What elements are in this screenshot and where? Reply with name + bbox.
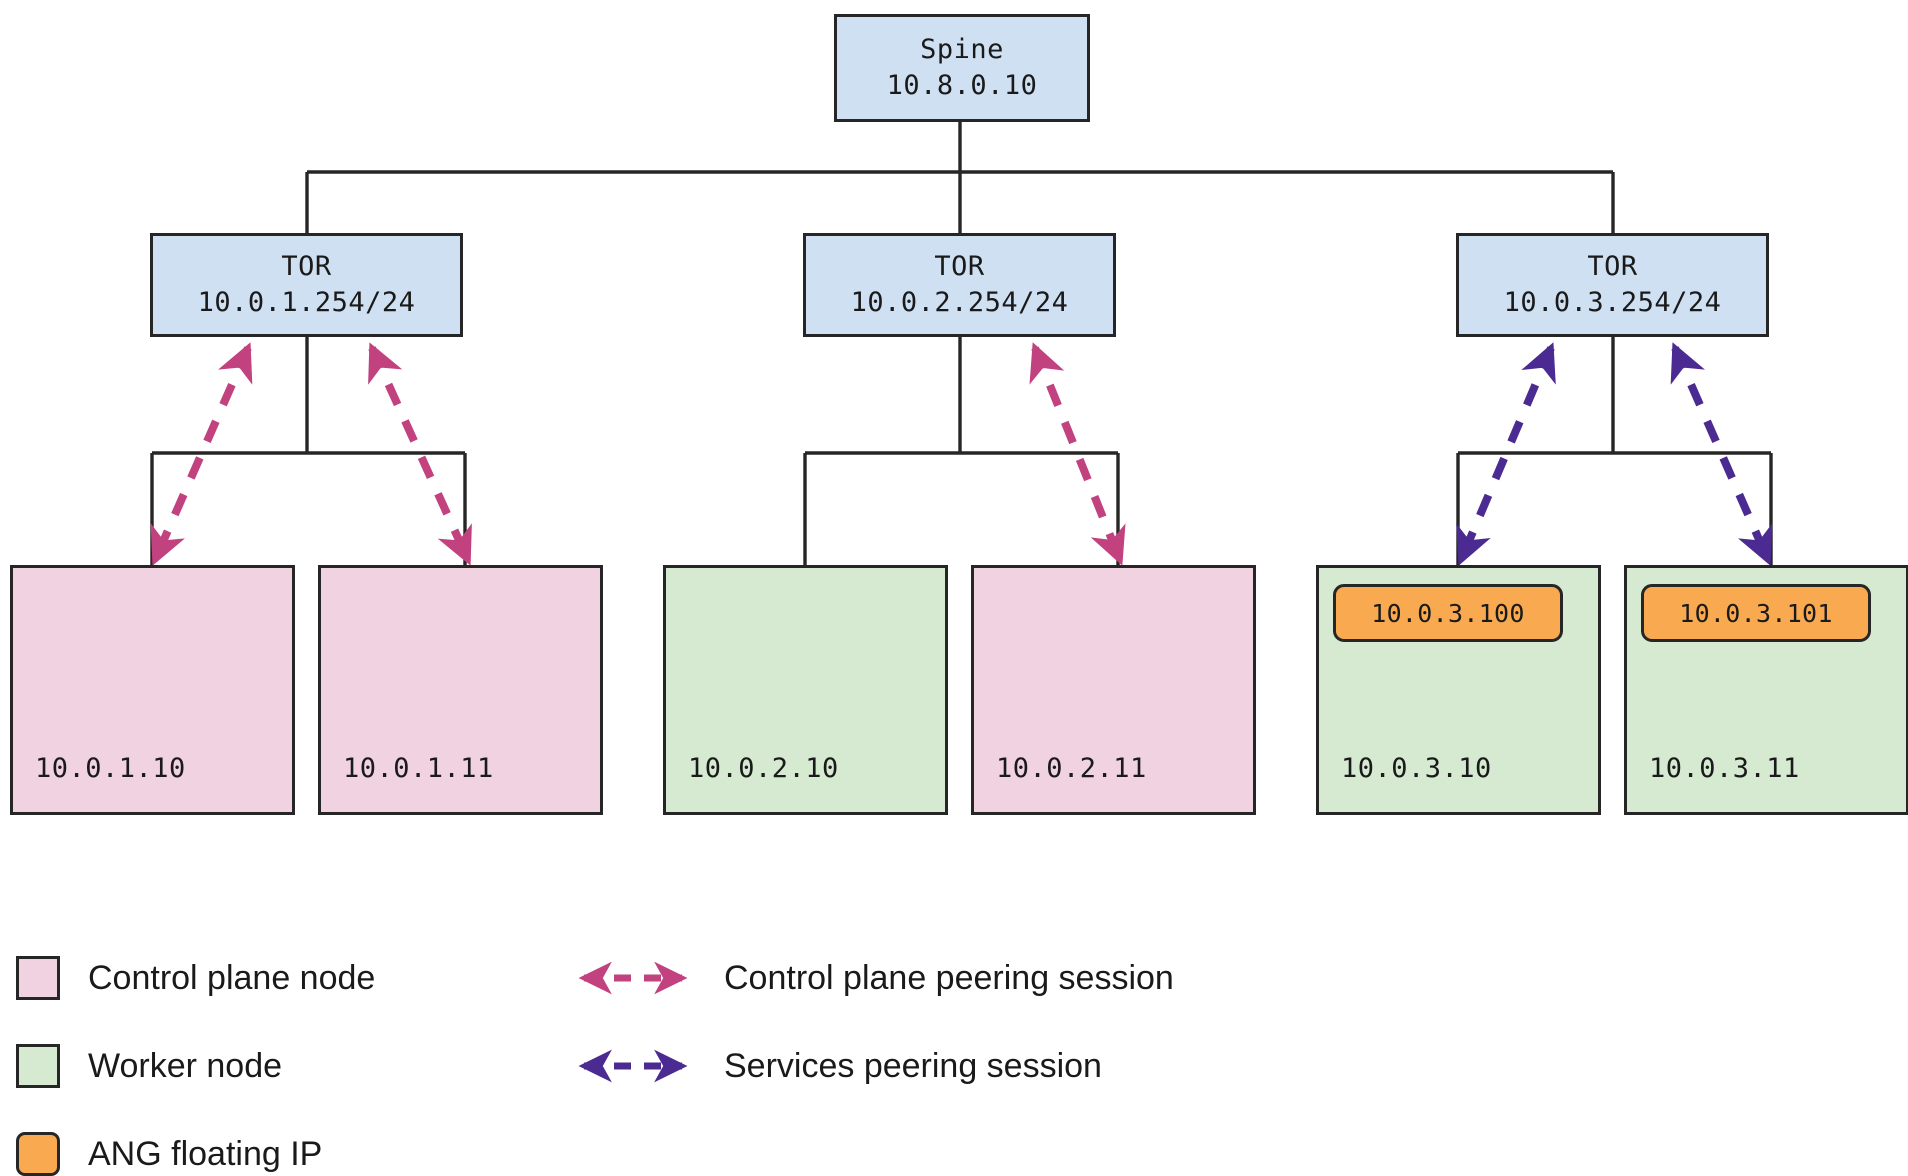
tor-switch-rack-2[interactable]: TOR 10.0.2.254/24 xyxy=(803,233,1116,337)
tor-address-label: 10.0.1.254/24 xyxy=(197,287,416,318)
legend-label: Control plane node xyxy=(88,958,376,997)
node-10-0-3-10[interactable]: 10.0.3.100 10.0.3.10 xyxy=(1316,565,1601,815)
control-plane-peering-line-icon xyxy=(578,961,688,995)
peering-10-0-1-10 xyxy=(150,342,253,566)
legend-label: Control plane peering session xyxy=(724,958,1174,997)
floating-ip-10-0-3-101[interactable]: 10.0.3.101 xyxy=(1641,584,1871,642)
control-plane-peering-arrows xyxy=(150,342,1126,566)
services-peering-line-icon xyxy=(578,1049,688,1083)
control-plane-swatch xyxy=(16,956,60,1000)
tor-switch-rack-3[interactable]: TOR 10.0.3.254/24 xyxy=(1456,233,1769,337)
node-10-0-2-10[interactable]: 10.0.2.10 xyxy=(663,565,948,815)
services-peering-arrows xyxy=(1456,342,1773,566)
legend-item-services-peering: Services peering session xyxy=(568,1036,1102,1096)
node-address-label: 10.0.1.10 xyxy=(35,753,186,784)
peering-10-0-2-11 xyxy=(1029,342,1126,566)
legend-item-control-plane-peering: Control plane peering session xyxy=(568,948,1174,1008)
node-10-0-2-11[interactable]: 10.0.2.11 xyxy=(971,565,1256,815)
node-address-label: 10.0.3.10 xyxy=(1341,753,1492,784)
spine-switch[interactable]: Spine 10.8.0.10 xyxy=(834,14,1090,122)
spine-address-label: 10.8.0.10 xyxy=(886,70,1038,101)
legend-item-worker-node: Worker node xyxy=(16,1036,282,1096)
node-address-label: 10.0.2.10 xyxy=(688,753,839,784)
diagram-canvas: Spine 10.8.0.10 TOR 10.0.1.254/24 TOR 10… xyxy=(0,0,1908,1176)
node-address-label: 10.0.3.11 xyxy=(1649,753,1800,784)
node-10-0-1-10[interactable]: 10.0.1.10 xyxy=(10,565,295,815)
peering-10-0-1-11 xyxy=(368,342,472,566)
tor-role-label: TOR xyxy=(934,251,985,283)
legend: Control plane node Worker node ANG float… xyxy=(0,930,1908,1176)
node-address-label: 10.0.1.11 xyxy=(343,753,494,784)
tor-role-label: TOR xyxy=(281,251,332,283)
tor-role-label: TOR xyxy=(1587,251,1638,283)
rack-3-wires xyxy=(1456,337,1773,565)
rack-1-wires xyxy=(150,337,467,565)
legend-item-ang-floating-ip: ANG floating IP xyxy=(16,1124,322,1176)
worker-node-swatch xyxy=(16,1044,60,1088)
rack-2-wires xyxy=(803,337,1120,565)
node-10-0-3-11[interactable]: 10.0.3.101 10.0.3.11 xyxy=(1624,565,1908,815)
node-address-label: 10.0.2.11 xyxy=(996,753,1147,784)
spine-to-bus-wires xyxy=(305,122,1615,233)
floating-ip-10-0-3-100[interactable]: 10.0.3.100 xyxy=(1333,584,1563,642)
node-10-0-1-11[interactable]: 10.0.1.11 xyxy=(318,565,603,815)
peering-10-0-3-11 xyxy=(1670,342,1773,566)
tor-address-label: 10.0.2.254/24 xyxy=(850,287,1069,318)
legend-label: Services peering session xyxy=(724,1046,1102,1085)
tor-switch-rack-1[interactable]: TOR 10.0.1.254/24 xyxy=(150,233,463,337)
peering-10-0-3-10 xyxy=(1456,342,1556,566)
spine-role-label: Spine xyxy=(920,34,1004,66)
legend-label: ANG floating IP xyxy=(88,1134,323,1173)
legend-label: Worker node xyxy=(88,1046,283,1085)
ang-floating-ip-swatch xyxy=(16,1132,60,1176)
legend-item-control-plane-node: Control plane node xyxy=(16,948,375,1008)
tor-address-label: 10.0.3.254/24 xyxy=(1503,287,1722,318)
